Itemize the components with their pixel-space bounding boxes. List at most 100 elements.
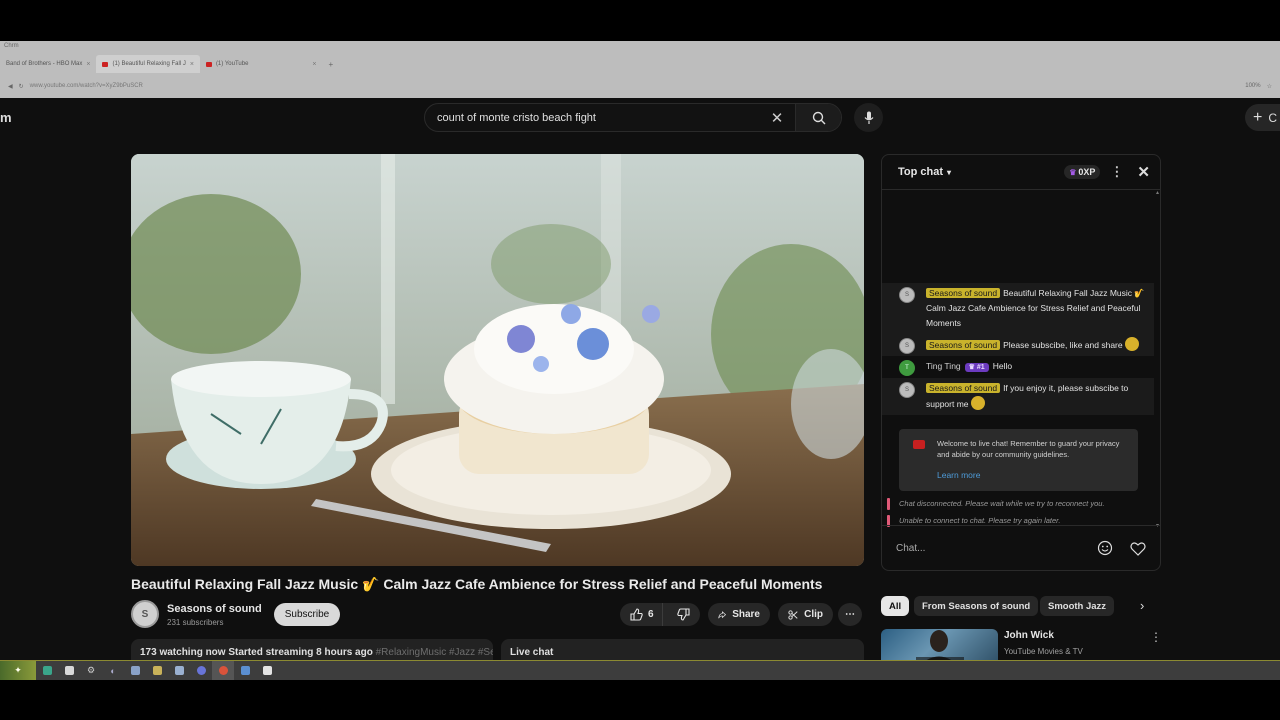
chip-smooth-jazz[interactable]: Smooth Jazz: [1040, 596, 1115, 616]
text-editor-icon[interactable]: [58, 661, 80, 680]
avatar: S: [899, 382, 915, 398]
chat-mode-dropdown[interactable]: Top chat ▾: [898, 166, 1064, 178]
xp-value: 0XP: [1078, 167, 1096, 177]
file-icon[interactable]: [256, 661, 278, 680]
video-tags[interactable]: #RelaxingMusic #Jazz #Se: [373, 647, 493, 658]
video-title: Beautiful Relaxing Fall Jazz Music 🎷 Cal…: [131, 576, 823, 592]
like-button[interactable]: 6: [620, 603, 663, 626]
reload-icon[interactable]: ↻: [19, 83, 24, 90]
close-icon[interactable]: ×: [190, 61, 194, 68]
discord-icon[interactable]: [190, 661, 212, 680]
youtube-logo-icon: [913, 440, 925, 449]
close-icon[interactable]: ×: [312, 61, 316, 68]
youtube-logo[interactable]: m: [0, 110, 12, 125]
microphone-icon: [864, 111, 873, 124]
chat-input[interactable]: Chat...: [896, 543, 1084, 554]
window-title: Chrm: [4, 43, 19, 49]
clear-search-icon[interactable]: ✕: [765, 109, 789, 127]
dislike-button[interactable]: [669, 603, 698, 626]
youtube-page: m count of monte cristo beach fight ✕ + …: [0, 98, 1280, 660]
chat-author: Seasons of sound: [926, 340, 1001, 350]
chat-author: Seasons of sound: [926, 383, 1001, 393]
more-actions-button[interactable]: ⋯: [838, 603, 862, 626]
crown-icon: ♛: [968, 364, 975, 371]
video-player[interactable]: [131, 154, 864, 566]
chat-scrollbar[interactable]: [1156, 191, 1159, 527]
member-badge: ♛ #1: [964, 363, 989, 372]
live-chat-toggle[interactable]: Live chat: [501, 639, 864, 660]
share-button[interactable]: Share: [708, 603, 770, 626]
system-message: Chat disconnected. Please wait while we …: [887, 498, 1147, 510]
like-count: 6: [648, 609, 654, 620]
chevron-right-icon[interactable]: ›: [1140, 598, 1144, 613]
close-icon[interactable]: ×: [86, 61, 90, 68]
chat-message[interactable]: S Seasons of sound Beautiful Relaxing Fal…: [882, 283, 1154, 334]
chip-from-channel[interactable]: From Seasons of sound: [914, 596, 1039, 616]
chat-author: Ting Ting: [926, 361, 961, 371]
chevron-down-icon: ▾: [947, 167, 952, 177]
clip-button[interactable]: Clip: [778, 603, 833, 626]
related-title[interactable]: John Wick: [1004, 630, 1054, 641]
live-chat-label: Live chat: [510, 647, 554, 658]
taskbar: ✦ ⚙ ◐: [0, 660, 1280, 680]
subscriber-count: 231 subscribers: [167, 618, 224, 627]
document-icon[interactable]: [124, 661, 146, 680]
search-box: count of monte cristo beach fight ✕: [424, 103, 842, 132]
address-bar: ◀ ↻ www.youtube.com/watch?v=XyZ9bPuSCR 1…: [0, 78, 1280, 94]
chat-text: Hello: [992, 361, 1013, 371]
chat-message[interactable]: S Seasons of sound If you enjoy it, pleas…: [882, 378, 1154, 415]
chat-message-list: S Seasons of sound Beautiful Relaxing Fal…: [882, 283, 1154, 415]
chat-header: Top chat ▾ ♛ 0XP ⋮ ✕: [882, 155, 1160, 190]
xp-badge[interactable]: ♛ 0XP: [1064, 165, 1101, 179]
channel-name[interactable]: Seasons of sound: [167, 603, 262, 615]
video-meta: 173 watching now Started streaming 8 hou…: [140, 647, 373, 658]
heart-icon: [1130, 541, 1146, 556]
star-icon[interactable]: ☆: [1267, 83, 1272, 90]
tab-hbo[interactable]: Band of Brothers - HBO Max ×: [0, 55, 96, 73]
search-input[interactable]: count of monte cristo beach fight: [425, 112, 765, 124]
create-button[interactable]: + C: [1245, 104, 1280, 131]
more-horizontal-icon: ⋯: [845, 609, 855, 620]
emoji-button[interactable]: [1093, 536, 1117, 560]
channel-avatar[interactable]: S: [131, 600, 159, 628]
zoom-level[interactable]: 100%: [1245, 83, 1260, 89]
learn-more-link[interactable]: Learn more: [937, 470, 1128, 481]
chip-all[interactable]: All: [881, 596, 910, 616]
description-box[interactable]: 173 watching now Started streaming 8 hou…: [131, 639, 493, 660]
tab-label: (1) Beautiful Relaxing Fall J: [112, 61, 186, 67]
grinning-emoji-icon: [970, 396, 985, 410]
thumbnail-image: [916, 630, 964, 660]
app-launcher-icon[interactable]: [36, 661, 58, 680]
close-chat-icon[interactable]: ✕: [1137, 163, 1150, 181]
chat-message[interactable]: T Ting Ting ♛ #1 Hello: [882, 356, 1154, 378]
super-thanks-button[interactable]: [1126, 536, 1150, 560]
notes-icon[interactable]: [168, 661, 190, 680]
subscribe-button[interactable]: Subscribe: [274, 603, 340, 626]
smiley-icon: [1097, 540, 1113, 556]
youtube-favicon-icon: [205, 61, 212, 67]
plus-icon: +: [1253, 108, 1263, 126]
more-vertical-icon[interactable]: ⋮: [1150, 630, 1162, 644]
search-icon: [812, 111, 825, 124]
chat-message[interactable]: S Seasons of sound Please subscibe, like …: [882, 334, 1154, 356]
related-thumbnail[interactable]: [881, 629, 998, 660]
start-menu-icon[interactable]: ✦: [0, 661, 36, 680]
shield-icon[interactable]: [234, 661, 256, 680]
back-icon[interactable]: ◀: [8, 83, 13, 90]
url-field[interactable]: www.youtube.com/watch?v=XyZ9bPuSCR: [30, 83, 1240, 89]
folder-icon[interactable]: [146, 661, 168, 680]
badge-rank: #1: [976, 364, 985, 371]
new-tab-icon[interactable]: +: [323, 60, 340, 69]
chat-menu-icon[interactable]: ⋮: [1110, 164, 1123, 180]
system-message: Unable to connect to chat. Please try ag…: [887, 515, 1147, 527]
tab-jazz[interactable]: (1) Beautiful Relaxing Fall J ×: [96, 55, 200, 73]
avatar: S: [899, 287, 915, 303]
voice-search-button[interactable]: [854, 103, 883, 132]
clip-label: Clip: [804, 609, 823, 620]
browser-icon[interactable]: [212, 661, 234, 680]
steam-icon[interactable]: ◐: [102, 661, 124, 680]
settings-gear-icon[interactable]: ⚙: [80, 661, 102, 680]
related-channel[interactable]: YouTube Movies & TV: [1004, 647, 1083, 656]
tab-youtube[interactable]: (1) YouTube ×: [200, 55, 323, 73]
search-button[interactable]: [795, 104, 841, 131]
